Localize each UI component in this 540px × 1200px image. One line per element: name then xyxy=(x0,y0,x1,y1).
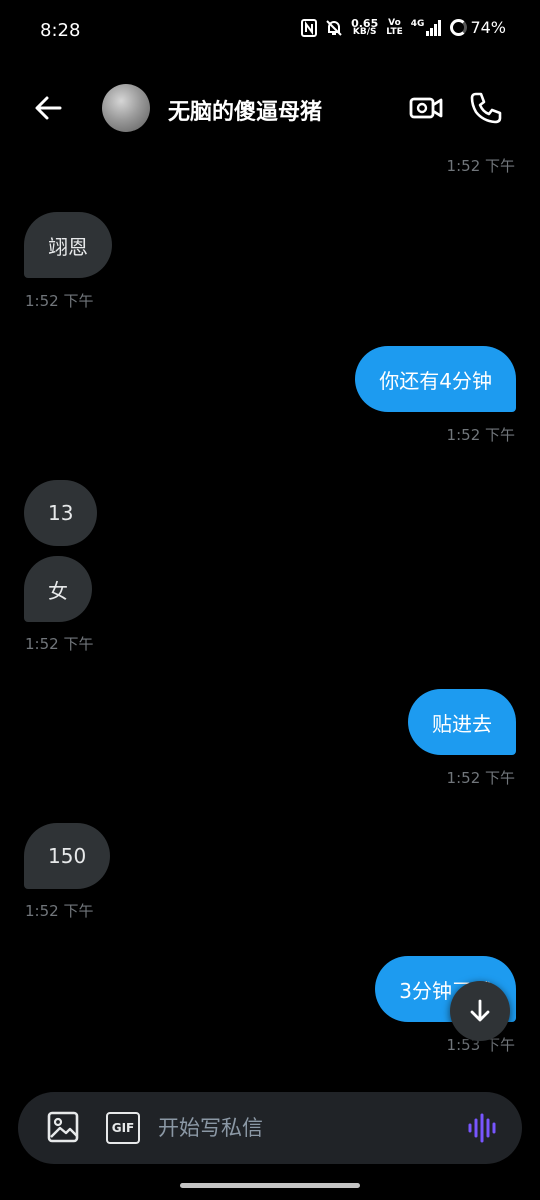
battery-level: 74% xyxy=(470,18,506,37)
signal-bars-icon xyxy=(426,19,442,36)
incoming-message-bubble[interactable]: 150 xyxy=(24,823,111,889)
volte-indicator: Vo LTE xyxy=(386,18,403,37)
outgoing-message-bubble[interactable]: 贴进去 xyxy=(408,689,516,755)
network-type: 4G xyxy=(410,18,425,29)
phone-icon[interactable] xyxy=(468,90,504,126)
video-camera-icon[interactable] xyxy=(408,90,444,126)
contact-name[interactable]: 无脑的傻逼母猪 xyxy=(168,94,322,126)
cell-signal: 4G xyxy=(410,18,443,36)
arrow-left-icon[interactable] xyxy=(30,90,66,126)
battery-icon xyxy=(450,19,468,36)
arrow-down-icon xyxy=(470,999,490,1022)
voice-wave-icon[interactable] xyxy=(466,1112,500,1144)
message-timestamp: 1:52 下午 xyxy=(25,902,94,920)
message-timestamp: 1:52 下午 xyxy=(25,292,94,310)
contact-avatar[interactable] xyxy=(102,84,150,132)
volte-bottom: LTE xyxy=(386,26,403,37)
message-timestamp: 1:52 下午 xyxy=(446,426,515,444)
outgoing-message-bubble[interactable]: 你还有4分钟 xyxy=(355,346,516,412)
scroll-to-bottom-button[interactable] xyxy=(450,981,510,1041)
status-icons: 0.65 KB/S Vo LTE 4G 74% xyxy=(301,18,506,37)
incoming-message-bubble[interactable]: 13 xyxy=(24,480,98,546)
mute-bell-icon xyxy=(326,19,342,36)
status-time: 8:28 xyxy=(40,20,81,41)
nfc-icon xyxy=(301,18,318,37)
message-timestamp: 1:52 下午 xyxy=(446,157,515,175)
message-timestamp: 1:52 下午 xyxy=(446,769,515,787)
gif-icon[interactable]: GIF xyxy=(106,1112,140,1144)
conversation-header: 无脑的傻逼母猪 xyxy=(0,72,540,144)
net-speed: 0.65 KB/S xyxy=(351,18,378,37)
incoming-message-bubble[interactable]: 女 xyxy=(24,556,92,622)
image-icon[interactable] xyxy=(46,1110,80,1144)
gif-label: GIF xyxy=(111,1121,135,1135)
status-bar: 8:28 0.65 KB/S Vo LTE 4G 74% xyxy=(0,0,540,62)
message-composer: GIF xyxy=(18,1092,522,1164)
home-indicator[interactable] xyxy=(180,1183,360,1188)
incoming-message-bubble[interactable]: 翊恩 xyxy=(24,212,112,278)
message-timestamp: 1:52 下午 xyxy=(25,635,94,653)
battery-indicator: 74% xyxy=(450,18,506,37)
message-input[interactable] xyxy=(158,1112,448,1144)
net-speed-unit: KB/S xyxy=(352,26,377,37)
